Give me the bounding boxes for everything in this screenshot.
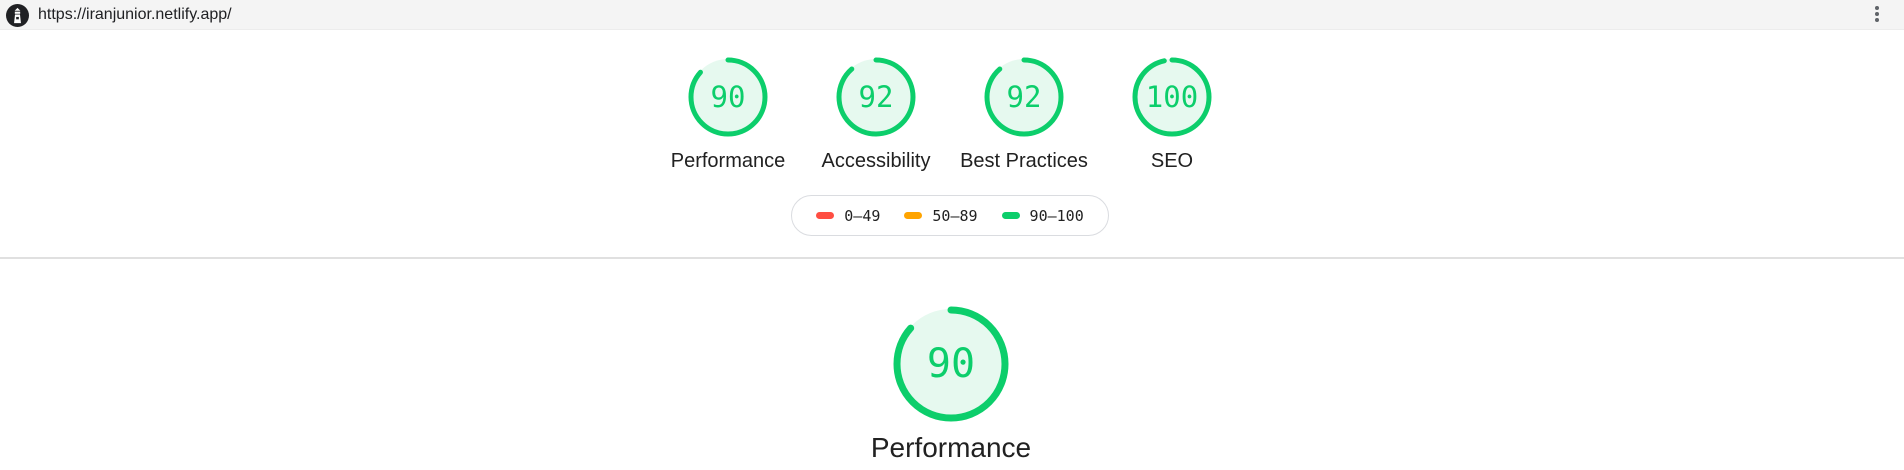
- legend-range: 0–49: [844, 206, 881, 225]
- legend-fail: 0–49: [816, 207, 880, 225]
- category-label: Performance: [670, 150, 786, 172]
- address-bar: https://iranjunior.netlify.app/: [0, 0, 1904, 30]
- legend-pass: 90–100: [1001, 206, 1084, 225]
- legend-range: 50–89: [932, 206, 978, 225]
- section-divider: [0, 257, 1904, 259]
- score-scale-legend: 0–49 50–89 90–100: [791, 195, 1109, 236]
- category-label: Best Practices: [960, 150, 1088, 172]
- average-swatch: [904, 212, 923, 219]
- category-label: Accessibility: [821, 150, 931, 172]
- fail-swatch: [816, 212, 835, 219]
- lighthouse-icon: [6, 4, 29, 27]
- category-label: SEO: [1150, 150, 1194, 172]
- score-value: 90: [926, 341, 976, 387]
- legend-average: 50–89: [904, 206, 978, 225]
- category-scores: 90 Performance 92 Accessibility 92 Best …: [0, 56, 1904, 176]
- legend-range: 90–100: [1029, 206, 1084, 225]
- more-vert-icon[interactable]: [1871, 6, 1883, 26]
- performance-gauge-large: 90: [891, 304, 1011, 424]
- pass-swatch: [1001, 212, 1020, 219]
- page-url[interactable]: https://iranjunior.netlify.app/: [38, 6, 232, 24]
- gauge-seo[interactable]: 100 SEO: [1082, 56, 1262, 173]
- section-title: Performance: [870, 432, 1032, 463]
- score-value: 100: [1145, 80, 1199, 114]
